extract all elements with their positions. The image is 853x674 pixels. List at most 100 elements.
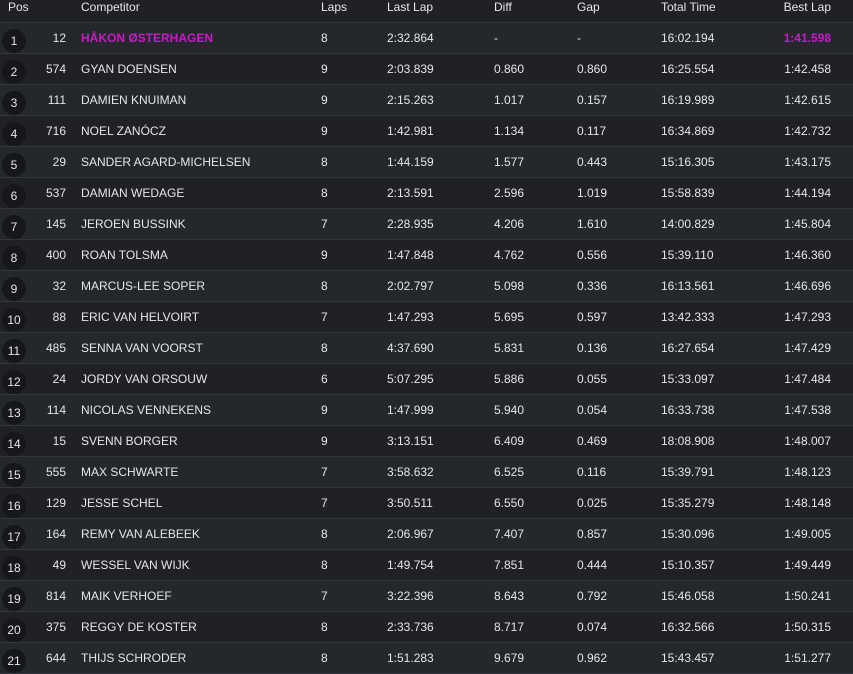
table-row[interactable]: 19 814 MAIK VERHOEF 7 3:22.396 8.643 0.792 15:4…	[0, 581, 853, 612]
table-row[interactable]: 3 111 DAMIEN KNUIMAN 9 2:15.263 1.017 0.157 16:…	[0, 85, 853, 116]
total-time-value: 16:34.869	[661, 124, 715, 138]
gap-value: 0.055	[577, 372, 608, 386]
total-time-value: 15:58.839	[661, 186, 715, 200]
competitor-number: 111	[47, 93, 66, 107]
table-row[interactable]: 18 49 WESSEL VAN WIJK 8 1:49.754 7.851 0.444 15…	[0, 550, 853, 581]
last-lap-value: 1:47.848	[387, 248, 434, 262]
competitor-name: ERIC VAN HELVOIRT	[81, 310, 200, 324]
diff-value: 7.407	[494, 527, 525, 541]
diff-value: 5.098	[494, 279, 525, 293]
header-total-time[interactable]: Total Time	[661, 0, 716, 14]
competitor-name: JEROEN BUSSINK	[81, 217, 186, 231]
laps-value: 6	[321, 372, 328, 386]
best-lap-value: 1:48.148	[784, 496, 831, 510]
table-row[interactable]: 14 15 SVENN BORGER 9 3:13.151 6.409 0.469 18:08…	[0, 426, 853, 457]
diff-value: 5.940	[494, 403, 525, 417]
last-lap-value: 2:13.591	[387, 186, 434, 200]
gap-value: 0.025	[577, 496, 608, 510]
table-row[interactable]: 20 375 REGGY DE KOSTER 8 2:33.736 8.717 0.074 1…	[0, 612, 853, 643]
position-badge: 17	[2, 525, 26, 549]
best-lap-value: 1:48.007	[784, 434, 831, 448]
table-row[interactable]: 13 114 NICOLAS VENNEKENS 9 1:47.999 5.940 0.05…	[0, 395, 853, 426]
total-time-value: 15:10.357	[661, 558, 715, 572]
table-row[interactable]: 7 145 JEROEN BUSSINK 7 2:28.935 4.206 1.610 14:…	[0, 209, 853, 240]
last-lap-value: 1:44.159	[387, 155, 434, 169]
competitor-number: 32	[52, 279, 66, 293]
competitor-number: 716	[45, 124, 66, 138]
best-lap-value: 1:41.598	[783, 31, 831, 45]
competitor-name: MAIK VERHOEF	[81, 589, 172, 603]
competitor-number: 375	[45, 620, 66, 634]
total-time-value: 15:16.305	[661, 155, 715, 169]
position-badge: 14	[2, 432, 26, 456]
competitor-number: 29	[52, 155, 66, 169]
table-row[interactable]: 12 24 JORDY VAN ORSOUW 6 5:07.295 5.886 0.055 1…	[0, 364, 853, 395]
header-last-lap[interactable]: Last Lap	[387, 0, 433, 14]
gap-value: 0.860	[577, 62, 608, 76]
competitor-number: 485	[45, 341, 66, 355]
diff-value: 8.717	[494, 620, 525, 634]
best-lap-value: 1:42.615	[784, 93, 831, 107]
competitor-name: JESSE SCHEL	[81, 496, 163, 510]
position-badge: 4	[2, 122, 26, 146]
diff-value: 6.525	[494, 465, 525, 479]
gap-value: -	[577, 31, 581, 45]
competitor-name: WESSEL VAN WIJK	[81, 558, 190, 572]
laps-value: 7	[321, 465, 328, 479]
position-badge: 21	[2, 649, 26, 673]
competitor-number: 164	[45, 527, 66, 541]
header-laps[interactable]: Laps	[321, 0, 347, 14]
diff-value: 1.577	[494, 155, 525, 169]
table-row[interactable]: 1 12 HÅKON ØSTERHAGEN 8 2:32.864 - - 16:02.194 1…	[0, 23, 853, 54]
total-time-value: 16:33.738	[661, 403, 715, 417]
total-time-value: 15:43.457	[661, 651, 715, 665]
table-row[interactable]: 16 129 JESSE SCHEL 7 3:50.511 6.550 0.025 15:35…	[0, 488, 853, 519]
header-competitor[interactable]: Competitor	[81, 0, 140, 14]
competitor-number: 15	[52, 434, 66, 448]
competitor-number: 400	[45, 248, 66, 262]
gap-value: 0.336	[577, 279, 608, 293]
position-badge: 5	[2, 153, 26, 177]
laps-value: 9	[321, 93, 328, 107]
last-lap-value: 1:51.283	[387, 651, 434, 665]
table-row[interactable]: 8 400 ROAN TOLSMA 9 1:47.848 4.762 0.556 15:39.…	[0, 240, 853, 271]
best-lap-value: 1:47.484	[784, 372, 831, 386]
best-lap-value: 1:44.194	[784, 186, 831, 200]
table-row[interactable]: 9 32 MARCUS-LEE SOPER 8 2:02.797 5.098 0.336 16…	[0, 271, 853, 302]
results-table: Pos Competitor Laps Last Lap Diff Gap To…	[0, 0, 853, 674]
total-time-value: 15:46.058	[661, 589, 715, 603]
header-diff[interactable]: Diff	[494, 0, 512, 14]
last-lap-value: 1:42.981	[387, 124, 434, 138]
position-badge: 7	[2, 215, 26, 239]
total-time-value: 13:42.333	[661, 310, 715, 324]
table-header: Pos Competitor Laps Last Lap Diff Gap To…	[0, 0, 853, 23]
competitor-number: 574	[45, 62, 66, 76]
table-row[interactable]: 5 29 SANDER AGARD-MICHELSEN 8 1:44.159 1.577 0…	[0, 147, 853, 178]
laps-value: 8	[321, 651, 328, 665]
table-row[interactable]: 15 555 MAX SCHWARTE 7 3:58.632 6.525 0.116 15:3…	[0, 457, 853, 488]
competitor-name: REGGY DE KOSTER	[81, 620, 197, 634]
competitor-number: 537	[45, 186, 66, 200]
gap-value: 0.074	[577, 620, 608, 634]
table-row[interactable]: 6 537 DAMIAN WEDAGE 8 2:13.591 2.596 1.019 15:5…	[0, 178, 853, 209]
total-time-value: 18:08.908	[661, 434, 715, 448]
competitor-number: 644	[45, 651, 66, 665]
table-row[interactable]: 2 574 GYAN DOENSEN 9 2:03.839 0.860 0.860 16:25…	[0, 54, 853, 85]
laps-value: 9	[321, 403, 328, 417]
position-badge: 16	[2, 494, 26, 518]
laps-value: 8	[321, 527, 328, 541]
table-row[interactable]: 11 485 SENNA VAN VOORST 8 4:37.690 5.831 0.136…	[0, 333, 853, 364]
diff-value: 5.695	[494, 310, 525, 324]
table-row[interactable]: 4 716 NOEL ZANÓCZ 9 1:42.981 1.134 0.117 16:34.…	[0, 116, 853, 147]
table-row[interactable]: 21 644 THIJS SCHRODER 8 1:51.283 9.679 0.962 15…	[0, 643, 853, 674]
position-badge: 3	[2, 91, 26, 115]
laps-value: 8	[321, 620, 328, 634]
best-lap-value: 1:47.429	[784, 341, 831, 355]
header-best-lap[interactable]: Best Lap	[784, 0, 831, 14]
last-lap-value: 3:58.632	[387, 465, 434, 479]
header-gap[interactable]: Gap	[577, 0, 600, 14]
table-row[interactable]: 17 164 REMY VAN ALEBEEK 8 2:06.967 7.407 0.857…	[0, 519, 853, 550]
table-row[interactable]: 10 88 ERIC VAN HELVOIRT 7 1:47.293 5.695 0.597…	[0, 302, 853, 333]
header-pos[interactable]: Pos	[8, 0, 29, 14]
position-badge: 15	[2, 463, 26, 487]
